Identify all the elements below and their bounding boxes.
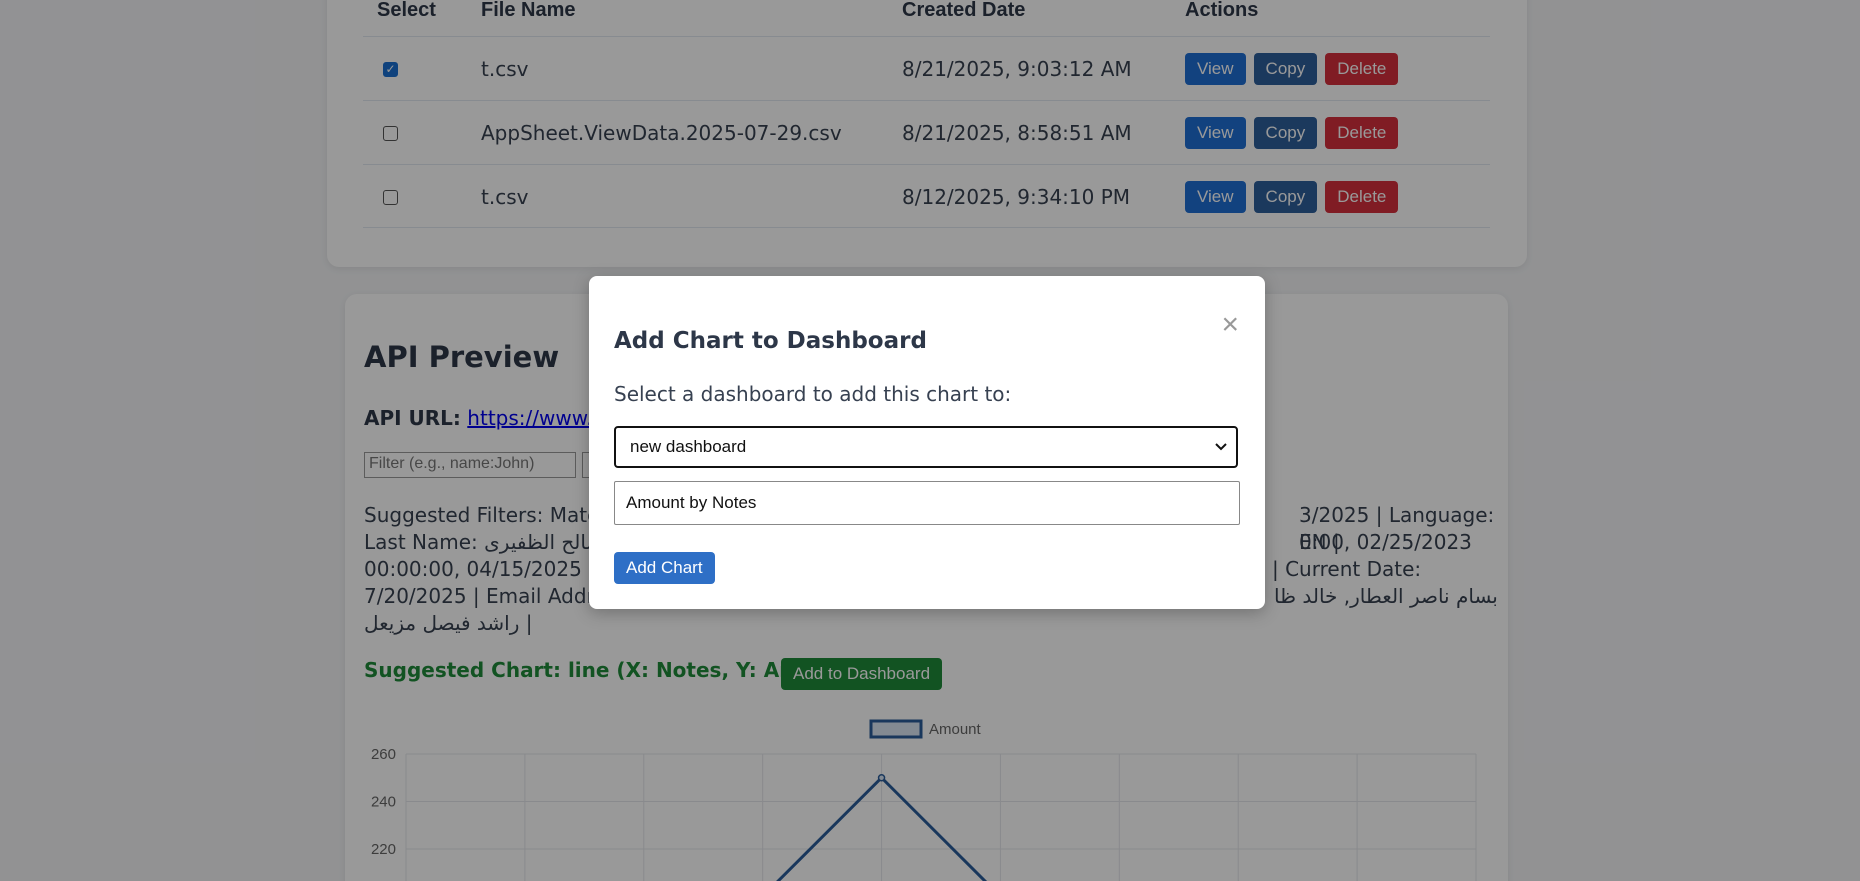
modal-title: Add Chart to Dashboard — [614, 328, 927, 354]
modal-prompt: Select a dashboard to add this chart to: — [614, 382, 1012, 406]
chevron-down-icon — [1214, 428, 1228, 481]
chart-name-input[interactable]: Amount by Notes — [614, 481, 1240, 525]
add-chart-modal: × Add Chart to Dashboard Select a dashbo… — [589, 276, 1265, 609]
close-icon[interactable]: × — [1221, 310, 1239, 340]
dashboard-select[interactable]: new dashboard — [614, 426, 1238, 468]
dashboard-select-value: new dashboard — [630, 437, 747, 456]
add-chart-button[interactable]: Add Chart — [614, 552, 715, 584]
